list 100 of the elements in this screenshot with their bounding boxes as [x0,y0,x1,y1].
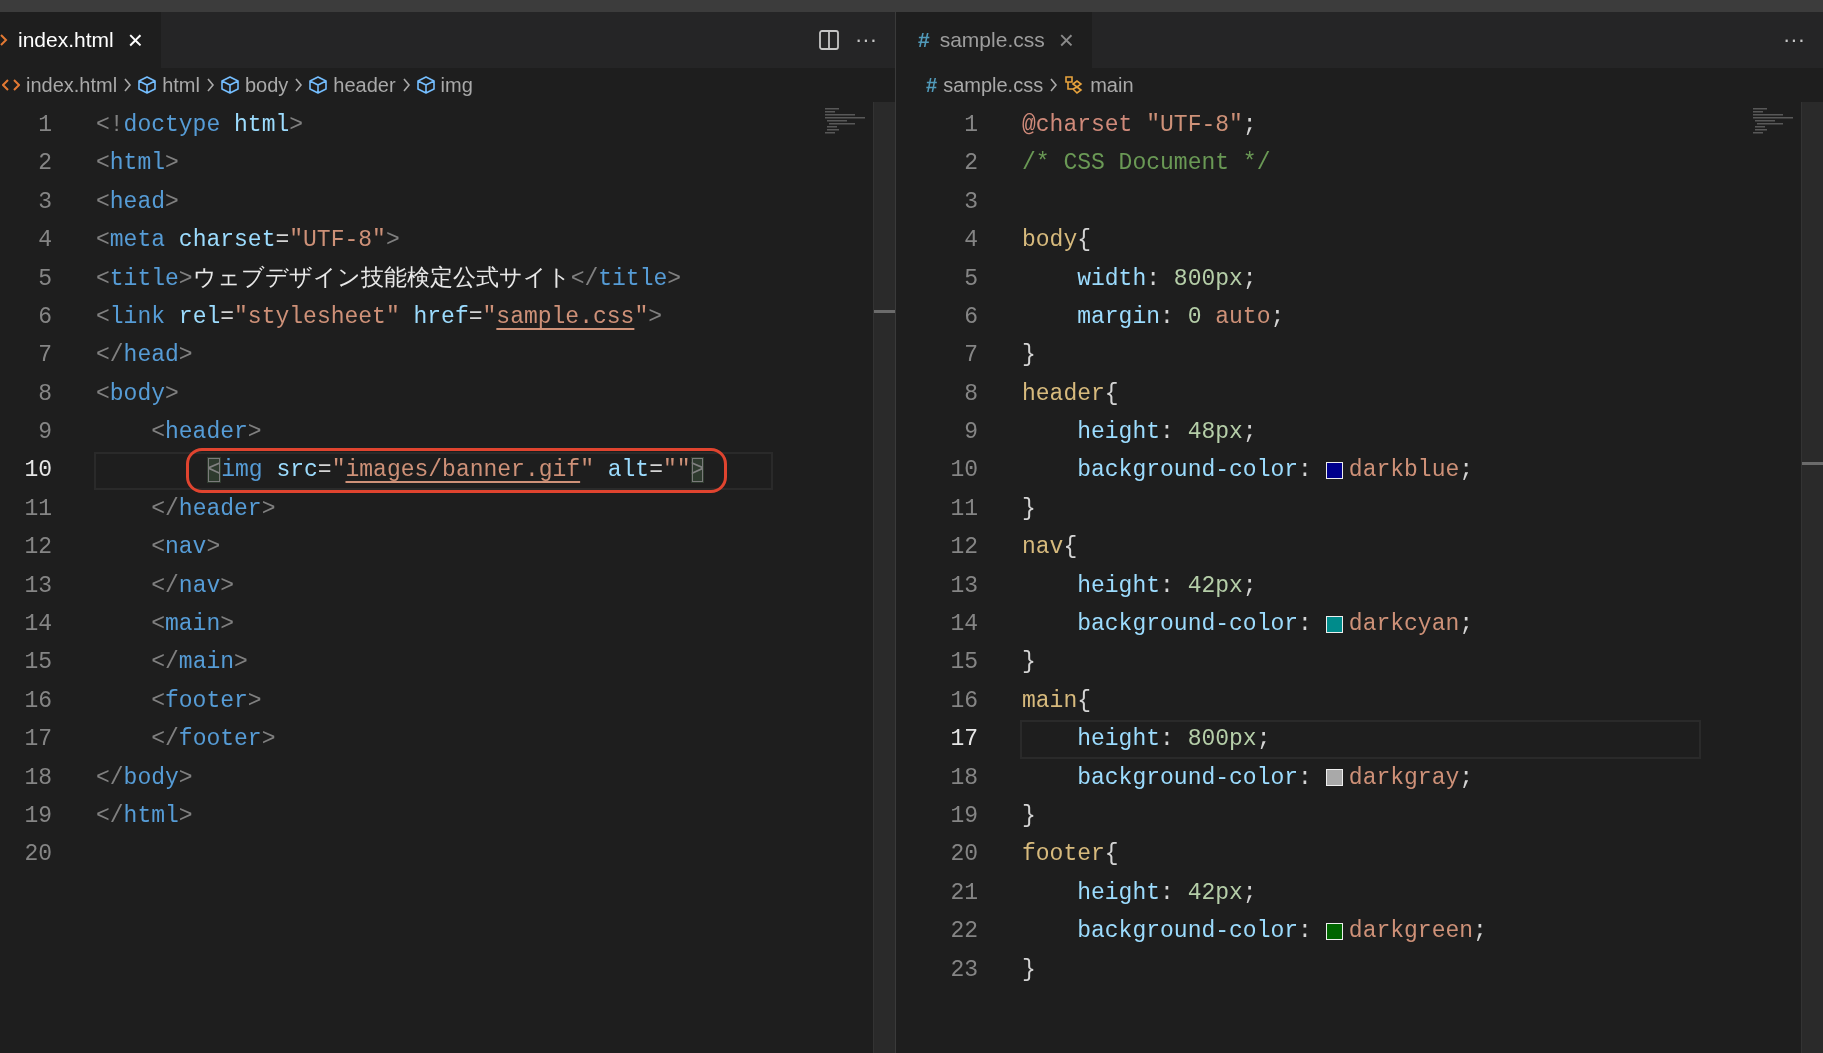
line-number: 21 [949,878,978,908]
code-text: <footer> [150,686,262,716]
line-number: 9 [963,418,978,448]
line-number: 10 [949,456,978,486]
line-number: 17 [23,725,52,755]
code-text: darkgray; [1348,763,1474,793]
close-button[interactable]: × [1054,27,1078,53]
line-number: 5 [37,264,52,294]
line-number: 19 [949,801,978,831]
code-text: <header> [150,418,262,448]
breadcrumb-label: html [162,73,200,98]
code-text: </header> [150,494,276,524]
line-number: 9 [37,418,52,448]
code-text: <!doctype html> [96,110,304,140]
line-number: 8 [963,379,978,409]
breadcrumb-item[interactable]: main [1064,70,1134,100]
code-text: <main> [150,610,235,640]
code-text: } [1022,802,1036,831]
code-text: main{ [1022,686,1092,716]
chevron-icon [1049,77,1059,93]
code-text: </footer> [150,725,276,755]
breadcrumb-item[interactable]: # sample.css [926,70,1044,100]
code-text: margin: 0 auto; [1076,302,1285,332]
editor-tab[interactable]: index.html × [0,12,161,68]
line-number: 18 [949,763,978,793]
line-number: 15 [23,648,52,678]
file-type-icon: # [926,70,938,100]
breadcrumb-item[interactable]: header [309,70,396,100]
breadcrumb-label: main [1090,73,1134,98]
code-text: darkgreen; [1348,917,1487,947]
code-text: } [1022,341,1036,371]
code-text: <link rel="stylesheet" href="sample.css"> [96,302,662,332]
breadcrumb-item[interactable]: img [416,70,473,100]
code-text: @charset "UTF-8"; [1022,110,1257,140]
chevron-icon [205,77,215,93]
chevron-icon [123,77,133,93]
cube-icon [138,76,157,94]
code-text: <title>ウェブデザイン技能検定公式サイト</title> [96,264,682,294]
line-number: 5 [963,264,978,294]
line-number: 1 [963,110,978,140]
code-text: </html> [96,802,193,831]
more-actions-button[interactable]: ··· [855,29,877,51]
code-text: } [1022,648,1036,678]
line-number: 2 [37,149,52,179]
line-number: 1 [37,110,52,140]
code-text: <meta charset="UTF-8"> [96,226,400,256]
breadcrumb-item[interactable]: index.html [2,70,118,100]
line-number: 16 [949,686,978,716]
code-text: body{ [1022,226,1092,256]
code-text: background-color: [1076,610,1312,640]
breadcrumb-label: body [244,73,289,98]
line-number: 22 [949,917,978,947]
code-text: background-color: [1076,763,1312,793]
line-number: 11 [949,494,978,524]
breadcrumb-label: img [440,73,473,98]
cube-icon [220,76,239,94]
selector-icon [1064,75,1085,95]
chevron-icon [0,32,8,48]
code-text: <nav> [150,533,221,563]
breadcrumb-label: index.html [26,73,118,98]
line-number: 19 [23,801,52,831]
code-text: </head> [96,341,193,371]
split-editor-button[interactable] [819,30,839,50]
line-number: 7 [963,341,978,371]
line-number: 23 [949,955,978,985]
line-number: 17 [949,725,978,755]
line-number: 12 [23,533,52,563]
code-text: footer{ [1022,840,1119,870]
line-number: 18 [23,763,52,793]
editor-tab[interactable]: # sample.css × [896,12,1092,68]
line-number: 2 [963,149,978,179]
close-button[interactable]: × [123,27,147,53]
line-number: 12 [949,533,978,563]
code-text: </nav> [150,571,235,601]
code-text: </body> [96,763,193,793]
line-number: 16 [23,686,52,716]
code-text: } [1022,494,1036,524]
cube-icon [309,76,328,94]
line-number: 4 [963,226,978,256]
code-text: background-color: [1076,456,1312,486]
more-actions-button[interactable]: ··· [1783,29,1805,51]
line-number: 8 [37,379,52,409]
code-text: height: 48px; [1076,418,1257,448]
code-text: height: 42px; [1076,878,1257,908]
chevron-icon [401,77,411,93]
code-text: nav{ [1022,533,1078,563]
line-number: 20 [949,840,978,870]
line-number: 3 [963,187,978,217]
line-number: 7 [37,341,52,371]
code-text: /* CSS Document */ [1022,149,1271,179]
line-number: 6 [37,302,52,332]
breadcrumb-item[interactable]: html [138,70,200,100]
code-text: background-color: [1076,917,1312,947]
line-number: 6 [963,302,978,332]
code-text: height: 42px; [1076,571,1257,601]
breadcrumb-item[interactable]: body [220,70,289,100]
chevron-icon [294,77,304,93]
code-text: header{ [1022,379,1119,409]
line-number: 14 [949,610,978,639]
line-number: 20 [23,840,52,870]
